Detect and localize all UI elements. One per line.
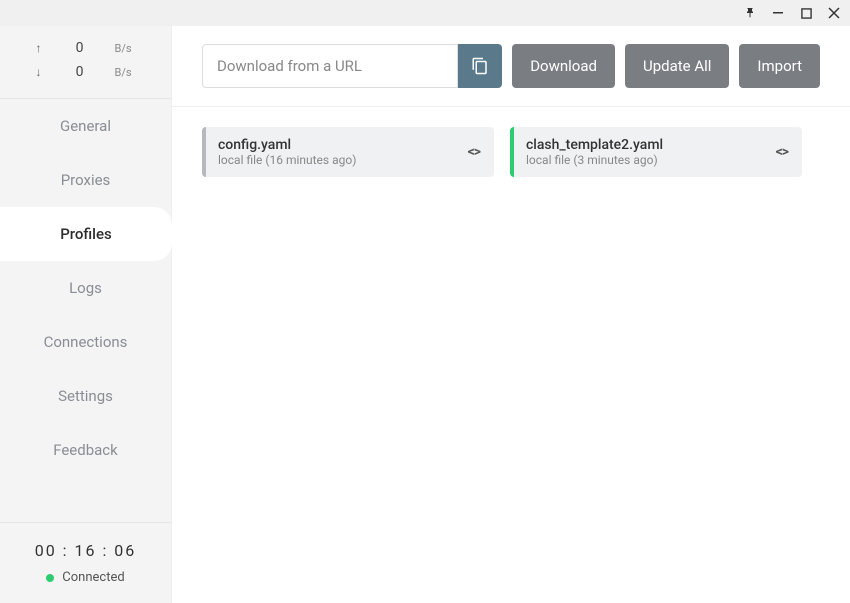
profile-meta: local file (3 minutes ago)	[526, 153, 776, 167]
traffic-up-unit: B/s	[115, 42, 139, 55]
profile-name: clash_template2.yaml	[526, 137, 776, 153]
nav-profiles[interactable]: Profiles	[0, 207, 172, 261]
profiles-grid: config.yaml local file (16 minutes ago) …	[172, 107, 850, 197]
nav-proxies[interactable]: Proxies	[0, 153, 171, 207]
paste-icon	[471, 57, 489, 75]
profile-info: clash_template2.yaml local file (3 minut…	[514, 137, 776, 167]
status-label: Connected	[62, 570, 124, 585]
nav-general[interactable]: General	[0, 99, 171, 153]
sidebar-footer: 00 : 16 : 06 Connected	[0, 522, 171, 603]
nav-feedback[interactable]: Feedback	[0, 423, 171, 477]
nav: General Proxies Profiles Logs Connection…	[0, 99, 171, 522]
arrow-down-icon: ↓	[33, 65, 45, 79]
download-button[interactable]: Download	[512, 44, 615, 88]
url-group	[202, 44, 502, 88]
profile-name: config.yaml	[218, 137, 468, 153]
profile-card[interactable]: clash_template2.yaml local file (3 minut…	[510, 127, 802, 177]
traffic-panel: ↑ 0 B/s ↓ 0 B/s	[0, 26, 171, 99]
close-icon[interactable]	[826, 5, 842, 21]
titlebar	[0, 0, 850, 26]
traffic-up-value: 0	[65, 40, 95, 56]
connection-status: Connected	[0, 570, 171, 585]
toolbar: Download Update All Import	[172, 26, 850, 107]
code-icon[interactable]: <>	[468, 144, 494, 160]
arrow-up-icon: ↑	[33, 41, 45, 55]
profile-meta: local file (16 minutes ago)	[218, 153, 468, 167]
minimize-icon[interactable]	[770, 5, 786, 21]
nav-connections[interactable]: Connections	[0, 315, 171, 369]
profile-info: config.yaml local file (16 minutes ago)	[206, 137, 468, 167]
traffic-down-unit: B/s	[115, 66, 139, 79]
traffic-down: ↓ 0 B/s	[0, 60, 171, 84]
pin-icon[interactable]	[742, 5, 758, 21]
traffic-down-value: 0	[65, 64, 95, 80]
traffic-up: ↑ 0 B/s	[0, 36, 171, 60]
update-all-button[interactable]: Update All	[625, 44, 729, 88]
nav-settings[interactable]: Settings	[0, 369, 171, 423]
paste-button[interactable]	[458, 44, 502, 88]
nav-logs[interactable]: Logs	[0, 261, 171, 315]
maximize-icon[interactable]	[798, 5, 814, 21]
status-dot-icon	[46, 574, 54, 582]
url-input[interactable]	[202, 44, 458, 88]
profile-card[interactable]: config.yaml local file (16 minutes ago) …	[202, 127, 494, 177]
sidebar: ↑ 0 B/s ↓ 0 B/s General Proxies Profiles…	[0, 26, 172, 603]
app-container: ↑ 0 B/s ↓ 0 B/s General Proxies Profiles…	[0, 26, 850, 603]
import-button[interactable]: Import	[739, 44, 820, 88]
code-icon[interactable]: <>	[776, 144, 802, 160]
uptime: 00 : 16 : 06	[0, 541, 171, 560]
main: Download Update All Import config.yaml l…	[172, 26, 850, 603]
